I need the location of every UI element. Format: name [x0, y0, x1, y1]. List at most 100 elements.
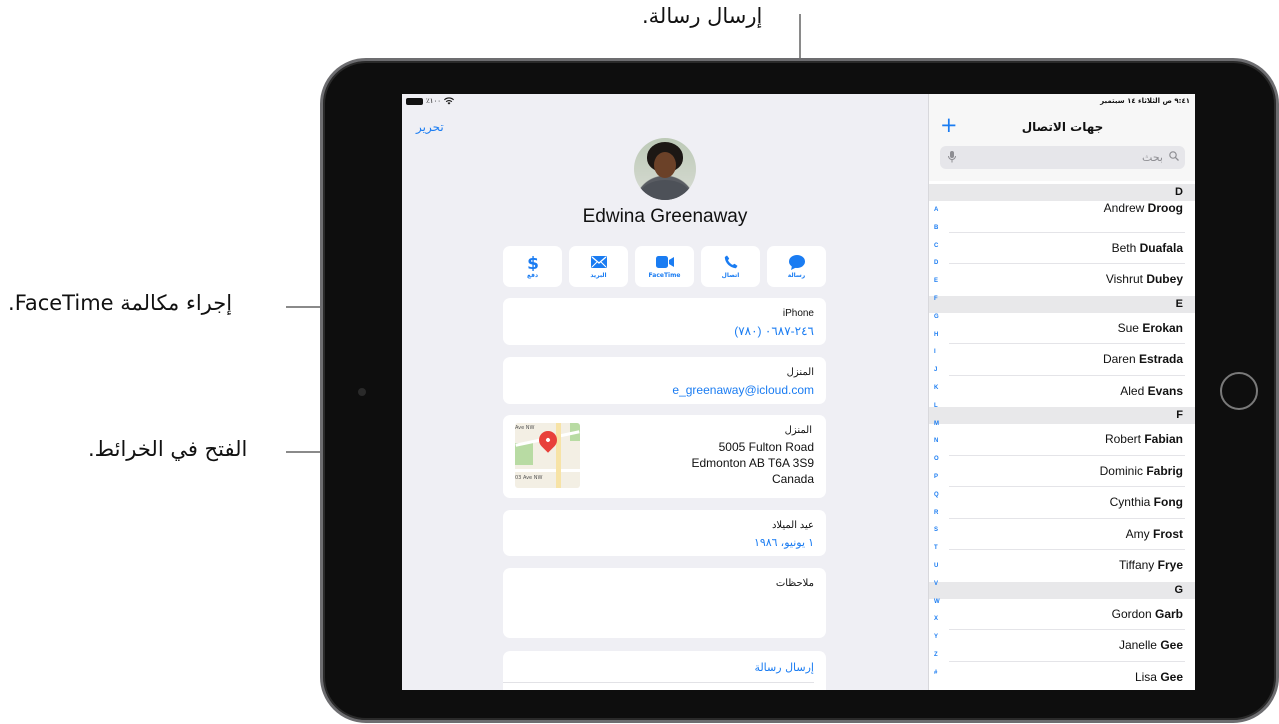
call-button[interactable]: اتصال: [701, 246, 760, 287]
contact-row[interactable]: Janelle Gee: [929, 630, 1195, 662]
callout-send-message: إرسال رسالة.: [642, 4, 763, 28]
divider: [503, 682, 814, 683]
callout-facetime-call: إجراء مكالمة FaceTime.: [8, 291, 233, 315]
index-letter[interactable]: R: [934, 510, 944, 528]
contact-row-name: Aled Evans: [1120, 383, 1183, 398]
index-letter[interactable]: I: [934, 349, 944, 367]
ipad-screen: ٪١٠٠ تحرير Edwina Greenaway $ دفع البريد…: [402, 94, 1195, 690]
address-card[interactable]: Ave NW 03 Ave NW المنزل 5005 Fulton Road…: [503, 415, 826, 498]
contact-row-name: Andrew Droog: [1103, 201, 1183, 215]
index-letter[interactable]: E: [934, 278, 944, 296]
contact-row[interactable]: Robert Fabian: [929, 424, 1195, 456]
edit-button[interactable]: تحرير: [416, 120, 444, 134]
section-header-g: G: [929, 581, 1195, 599]
index-letter[interactable]: U: [934, 563, 944, 581]
contacts-title: جهات الاتصال: [1021, 120, 1104, 134]
contact-row[interactable]: Beth Duafala: [929, 233, 1195, 264]
contact-row-name: Daren Estrada: [1102, 352, 1183, 366]
index-letter[interactable]: K: [934, 385, 944, 403]
contacts-header: ٩:٤١ ص الثلاثاء ١٤ سبتمبر + جهات الاتصال…: [929, 94, 1195, 181]
index-letter[interactable]: J: [934, 367, 944, 385]
index-letter[interactable]: B: [934, 225, 944, 243]
address-text: 5005 Fulton Road Edmonton AB T6A 3S9 Can…: [691, 440, 814, 486]
contact-row[interactable]: Tiffany Frye: [929, 550, 1195, 582]
home-button[interactable]: [1220, 372, 1258, 410]
index-letter[interactable]: Y: [934, 634, 944, 652]
index-letter[interactable]: W: [934, 599, 944, 617]
index-letter[interactable]: A: [934, 207, 944, 225]
search-icon: [1169, 151, 1179, 161]
dollar-icon: $: [527, 254, 539, 271]
index-letter[interactable]: D: [934, 260, 944, 278]
address-label: المنزل: [784, 425, 812, 436]
mail-button[interactable]: البريد: [569, 246, 628, 287]
index-letter[interactable]: #: [934, 670, 944, 688]
index-letter[interactable]: M: [934, 421, 944, 439]
status-bar-time: ٩:٤١ ص الثلاثاء ١٤ سبتمبر: [1100, 97, 1190, 105]
index-letter[interactable]: O: [934, 456, 944, 474]
notes-card[interactable]: ملاحظات: [503, 568, 826, 638]
facetime-button[interactable]: FaceTime: [635, 246, 694, 287]
contact-row-name: Gordon Garb: [1111, 606, 1183, 621]
section-header-e: E: [929, 295, 1195, 313]
contact-row-name: Beth Duafala: [1111, 240, 1183, 255]
index-letter[interactable]: N: [934, 438, 944, 456]
contact-row[interactable]: Sue Erokan: [929, 313, 1195, 344]
index-letter[interactable]: X: [934, 616, 944, 634]
contact-detail-pane: ٪١٠٠ تحرير Edwina Greenaway $ دفع البريد…: [402, 94, 928, 690]
contact-row-name: Tiffany Frye: [1118, 558, 1183, 572]
phone-number[interactable]: (٧٨٠) ٢٤٦-٠٦٨٧: [734, 324, 814, 338]
contact-row[interactable]: Gordon Garb: [929, 599, 1195, 630]
contact-name: Edwina Greenaway: [582, 206, 748, 227]
birthday-card: عيد الميلاد ١ يونيو، ١٩٨٦: [503, 510, 826, 556]
index-letter[interactable]: H: [934, 332, 944, 350]
contact-row-name: Janelle Gee: [1118, 638, 1183, 652]
index-letter[interactable]: S: [934, 527, 944, 545]
index-letter[interactable]: P: [934, 474, 944, 492]
index-letter[interactable]: C: [934, 243, 944, 261]
contact-row[interactable]: Vishrut Dubey: [929, 264, 1195, 296]
email-card[interactable]: المنزل e_greenaway@icloud.com: [503, 357, 826, 404]
birthday-value: ١ يونيو، ١٩٨٦: [753, 537, 814, 549]
contacts-list: D Andrew Droog Beth Duafala Vishrut Dubey E S…: [929, 184, 1195, 690]
message-button[interactable]: رسالة: [767, 246, 826, 287]
battery-percent: ٪١٠٠: [426, 97, 442, 105]
email-label: المنزل: [786, 367, 814, 378]
battery-icon: [406, 97, 423, 105]
contact-row[interactable]: Lisa Gee: [929, 662, 1195, 691]
notes-label: ملاحظات: [775, 578, 814, 589]
search-placeholder: بحث: [1142, 151, 1163, 164]
svg-text:$: $: [527, 254, 539, 271]
index-letter[interactable]: F: [934, 296, 944, 314]
contact-row[interactable]: Dominic Fabrig: [929, 456, 1195, 487]
contact-row[interactable]: Daren Estrada: [929, 344, 1195, 376]
phone-icon: [724, 254, 738, 270]
pay-button[interactable]: $ دفع: [503, 246, 562, 287]
front-camera: [358, 388, 366, 396]
callout-open-maps: الفتح في الخرائط.: [88, 437, 248, 461]
index-letter[interactable]: L: [934, 403, 944, 421]
contact-row[interactable]: Cynthia Fong: [929, 487, 1195, 519]
alphabet-index[interactable]: A B C D E F G H I J K L M N O P Q R S T U V W X Y Z #: [934, 207, 944, 688]
email-address[interactable]: e_greenaway@icloud.com: [672, 383, 814, 397]
index-letter[interactable]: T: [934, 545, 944, 563]
microphone-icon[interactable]: [948, 151, 956, 163]
contact-row[interactable]: Andrew Droog: [929, 201, 1195, 233]
message-icon: [788, 254, 805, 270]
search-field[interactable]: بحث: [940, 146, 1185, 169]
contact-row-name: Lisa Gee: [1134, 669, 1183, 684]
contact-row[interactable]: Aled Evans: [929, 376, 1195, 408]
index-letter[interactable]: Q: [934, 492, 944, 510]
contacts-list-pane: ٩:٤١ ص الثلاثاء ١٤ سبتمبر + جهات الاتصال…: [928, 94, 1195, 690]
section-header-f: F: [929, 407, 1195, 424]
index-letter[interactable]: G: [934, 314, 944, 332]
contact-row-name: Robert Fabian: [1104, 432, 1183, 446]
send-message-link[interactable]: إرسال رسالة: [754, 661, 814, 674]
contact-row-name: Dominic Fabrig: [1099, 463, 1183, 478]
index-letter[interactable]: Z: [934, 652, 944, 670]
map-thumbnail[interactable]: Ave NW 03 Ave NW: [515, 423, 580, 488]
contact-row[interactable]: Amy Frost: [929, 519, 1195, 550]
phone-card[interactable]: iPhone (٧٨٠) ٢٤٦-٠٦٨٧: [503, 298, 826, 345]
index-letter[interactable]: V: [934, 581, 944, 599]
status-bar-left: ٪١٠٠: [406, 97, 455, 105]
